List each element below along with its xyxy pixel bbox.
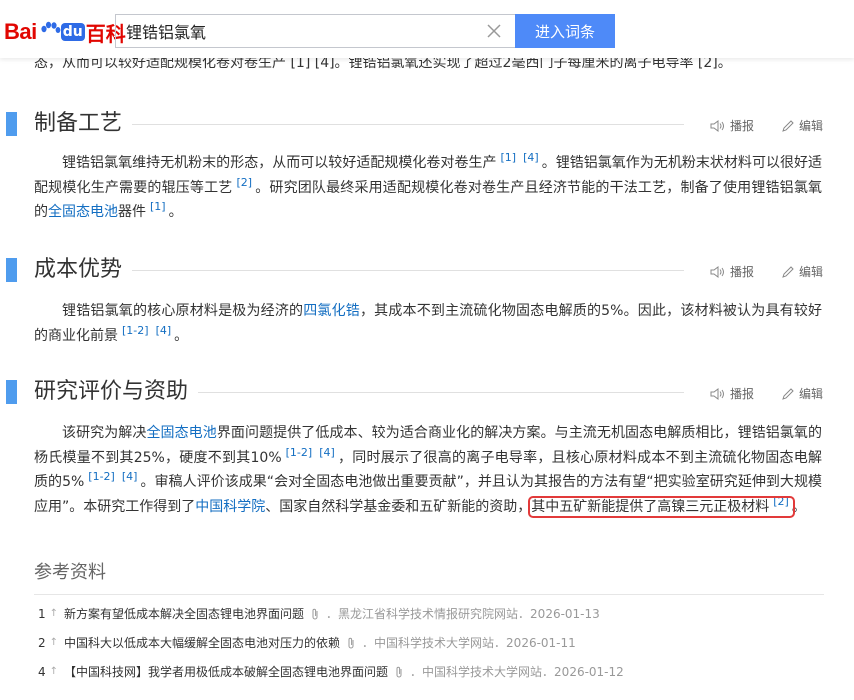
text-span: 。 <box>174 327 189 344</box>
paragraph: 锂锆铝氯氧的核心原材料是极为经济的四氯化锆，其成本不到主流硫化物固态电解质的5%… <box>34 299 822 348</box>
baidu-baike-logo[interactable]: Bai du 百科 <box>4 16 126 48</box>
enter-entry-button[interactable]: 进入词条 <box>515 14 615 48</box>
edit-button[interactable]: 编辑 <box>781 117 823 134</box>
cut-off-paragraph: 态，从而可以较好适配规模化卷对卷生产 [1] [4]。锂锆铝氯氧还实现了超过2毫… <box>34 58 854 76</box>
broadcast-button[interactable]: 播报 <box>710 117 754 134</box>
citation[interactable]: [4] <box>523 151 539 164</box>
section-divider <box>132 124 684 125</box>
broadcast-label: 播报 <box>730 387 755 401</box>
text-span: 锂锆铝氯氧的核心原材料是极为经济的 <box>62 303 304 319</box>
reference-number: 1 <box>38 606 46 621</box>
section-divider <box>198 392 684 393</box>
paperclip-icon[interactable] <box>310 608 320 620</box>
text-span: 。 <box>168 204 183 220</box>
paw-icon <box>41 21 61 33</box>
broadcast-label: 播报 <box>730 119 755 133</box>
clear-icon[interactable] <box>485 22 503 40</box>
up-arrow-icon[interactable]: ↑ <box>50 608 58 619</box>
logo-bai-text: Bai <box>4 19 37 44</box>
reference-source: ．黑龙江省科学技术情报研究院网站．2026-01-13 <box>326 607 600 621</box>
reference-link[interactable]: 新方案有望低成本解决全固态锂电池界面问题 <box>64 605 304 622</box>
citation[interactable]: [4] <box>156 324 172 337</box>
broadcast-button[interactable]: 播报 <box>710 263 754 280</box>
edit-button[interactable]: 编辑 <box>781 385 823 402</box>
citation[interactable]: [1-2] <box>88 470 115 483</box>
text-span: 锂锆铝氯氧维持无机粉末的形态，从而可以较好适配规模化卷对卷生产 <box>62 155 497 171</box>
speaker-icon <box>710 265 724 278</box>
reference-link[interactable]: 中国科大以低成本大幅缓解全固态电池对压力的依赖 <box>64 634 340 651</box>
text-span: 该研究为解决 <box>62 425 147 441</box>
broadcast-label: 播报 <box>730 265 755 279</box>
section-header: 成本优势 播报 编辑 <box>0 256 854 286</box>
text-span: 。 <box>791 498 806 515</box>
search-box <box>115 14 515 48</box>
text-span: 器件 <box>118 204 146 220</box>
highlight-span: 其中五矿新能提供了高镍三元正极材料 <box>531 498 770 515</box>
citation[interactable]: [1-2] <box>122 324 149 337</box>
top-bar: Bai du 百科 进入词条 <box>0 0 854 58</box>
link-all-solid-state-battery[interactable]: 全固态电池 <box>146 425 216 441</box>
citation[interactable]: [4] <box>319 446 335 459</box>
edit-label: 编辑 <box>799 387 824 401</box>
references-divider <box>34 594 824 595</box>
section-divider <box>132 270 684 271</box>
link-chinese-academy-of-sciences[interactable]: 中国科学院 <box>195 499 265 515</box>
speaker-icon <box>710 387 724 400</box>
reference-source: ．中国科学技术大学网站．2026-01-12 <box>410 665 624 679</box>
logo-du-text: du <box>60 23 85 41</box>
speaker-icon <box>710 119 724 132</box>
section-marker <box>6 258 17 282</box>
edit-button[interactable]: 编辑 <box>781 263 823 280</box>
reference-item: 2 ↑ 中国科大以低成本大幅缓解全固态电池对压力的依赖 ．中国科学技术大学网站．… <box>38 634 576 651</box>
link-all-solid-state-battery[interactable]: 全固态电池 <box>48 204 118 220</box>
citation[interactable]: [4] <box>122 470 138 483</box>
reference-number: 2 <box>38 635 46 650</box>
paragraph: 锂锆铝氯氧维持无机粉末的形态，从而可以较好适配规模化卷对卷生产 [1] [4] 。锂锆… <box>34 151 822 225</box>
reference-item: 1 ↑ 新方案有望低成本解决全固态锂电池界面问题 ．黑龙江省科学技术情报研究院网… <box>38 605 600 622</box>
paperclip-icon[interactable] <box>346 637 356 649</box>
citation[interactable]: [1-2] <box>286 446 313 459</box>
reference-item: 4 ↑ 【中国科技网】我学者用极低成本破解全固态锂电池界面问题 ．中国科学技术大… <box>38 663 624 680</box>
reference-source: ．中国科学技术大学网站．2026-01-11 <box>362 636 576 650</box>
section-title: 制备工艺 <box>34 111 123 136</box>
citation[interactable]: [2] <box>236 176 252 189</box>
link-zirconium-tetrachloride[interactable]: 四氯化锆 <box>303 303 360 319</box>
section-header: 制备工艺 播报 编辑 <box>0 110 854 140</box>
section-marker <box>6 112 17 136</box>
section-header: 研究评价与资助 播报 编辑 <box>0 378 854 408</box>
section-title: 研究评价与资助 <box>34 379 189 404</box>
search-input[interactable] <box>116 15 496 47</box>
citation[interactable]: [2] <box>773 495 789 508</box>
citation[interactable]: [1] <box>150 200 166 213</box>
references-title: 参考资料 <box>34 562 106 583</box>
section-marker <box>6 380 17 404</box>
citation[interactable]: [1] <box>501 151 517 164</box>
edit-label: 编辑 <box>799 119 824 133</box>
text-span: 、国家自然科学基金委和五矿新能的资助， <box>265 498 532 515</box>
section-preparation: 制备工艺 播报 编辑 锂锆铝氯氧维持无机粉末的形态，从而可以较好适配规模化卷对卷… <box>0 110 854 220</box>
section-cost-advantage: 成本优势 播报 编辑 锂锆铝氯氧的核心原材料是极为经济的四氯化锆，其成本不到主流… <box>0 256 854 344</box>
highlighted-text: 其中五矿新能提供了高镍三元正极材料 [2] <box>528 495 795 518</box>
paperclip-icon[interactable] <box>394 666 404 678</box>
section-title: 成本优势 <box>34 257 123 282</box>
cut-off-text: 态，从而可以较好适配规模化卷对卷生产 [1] [4]。锂锆铝氯氧还实现了超过2毫… <box>34 58 732 71</box>
pencil-icon <box>782 265 794 278</box>
broadcast-button[interactable]: 播报 <box>710 385 754 402</box>
pencil-icon <box>782 387 794 400</box>
pencil-icon <box>782 119 794 132</box>
edit-label: 编辑 <box>799 265 824 279</box>
reference-link[interactable]: 【中国科技网】我学者用极低成本破解全固态锂电池界面问题 <box>64 663 388 680</box>
paragraph: 该研究为解决全固态电池界面问题提供了低成本、较为适合商业化的解决方案。与主流无机… <box>34 421 822 519</box>
up-arrow-icon[interactable]: ↑ <box>50 637 58 648</box>
up-arrow-icon[interactable]: ↑ <box>50 666 58 677</box>
reference-number: 4 <box>38 664 46 679</box>
section-review-funding: 研究评价与资助 播报 编辑 该研究为解决全固态电池界面问题提供了低成本、较为适合… <box>0 378 854 518</box>
